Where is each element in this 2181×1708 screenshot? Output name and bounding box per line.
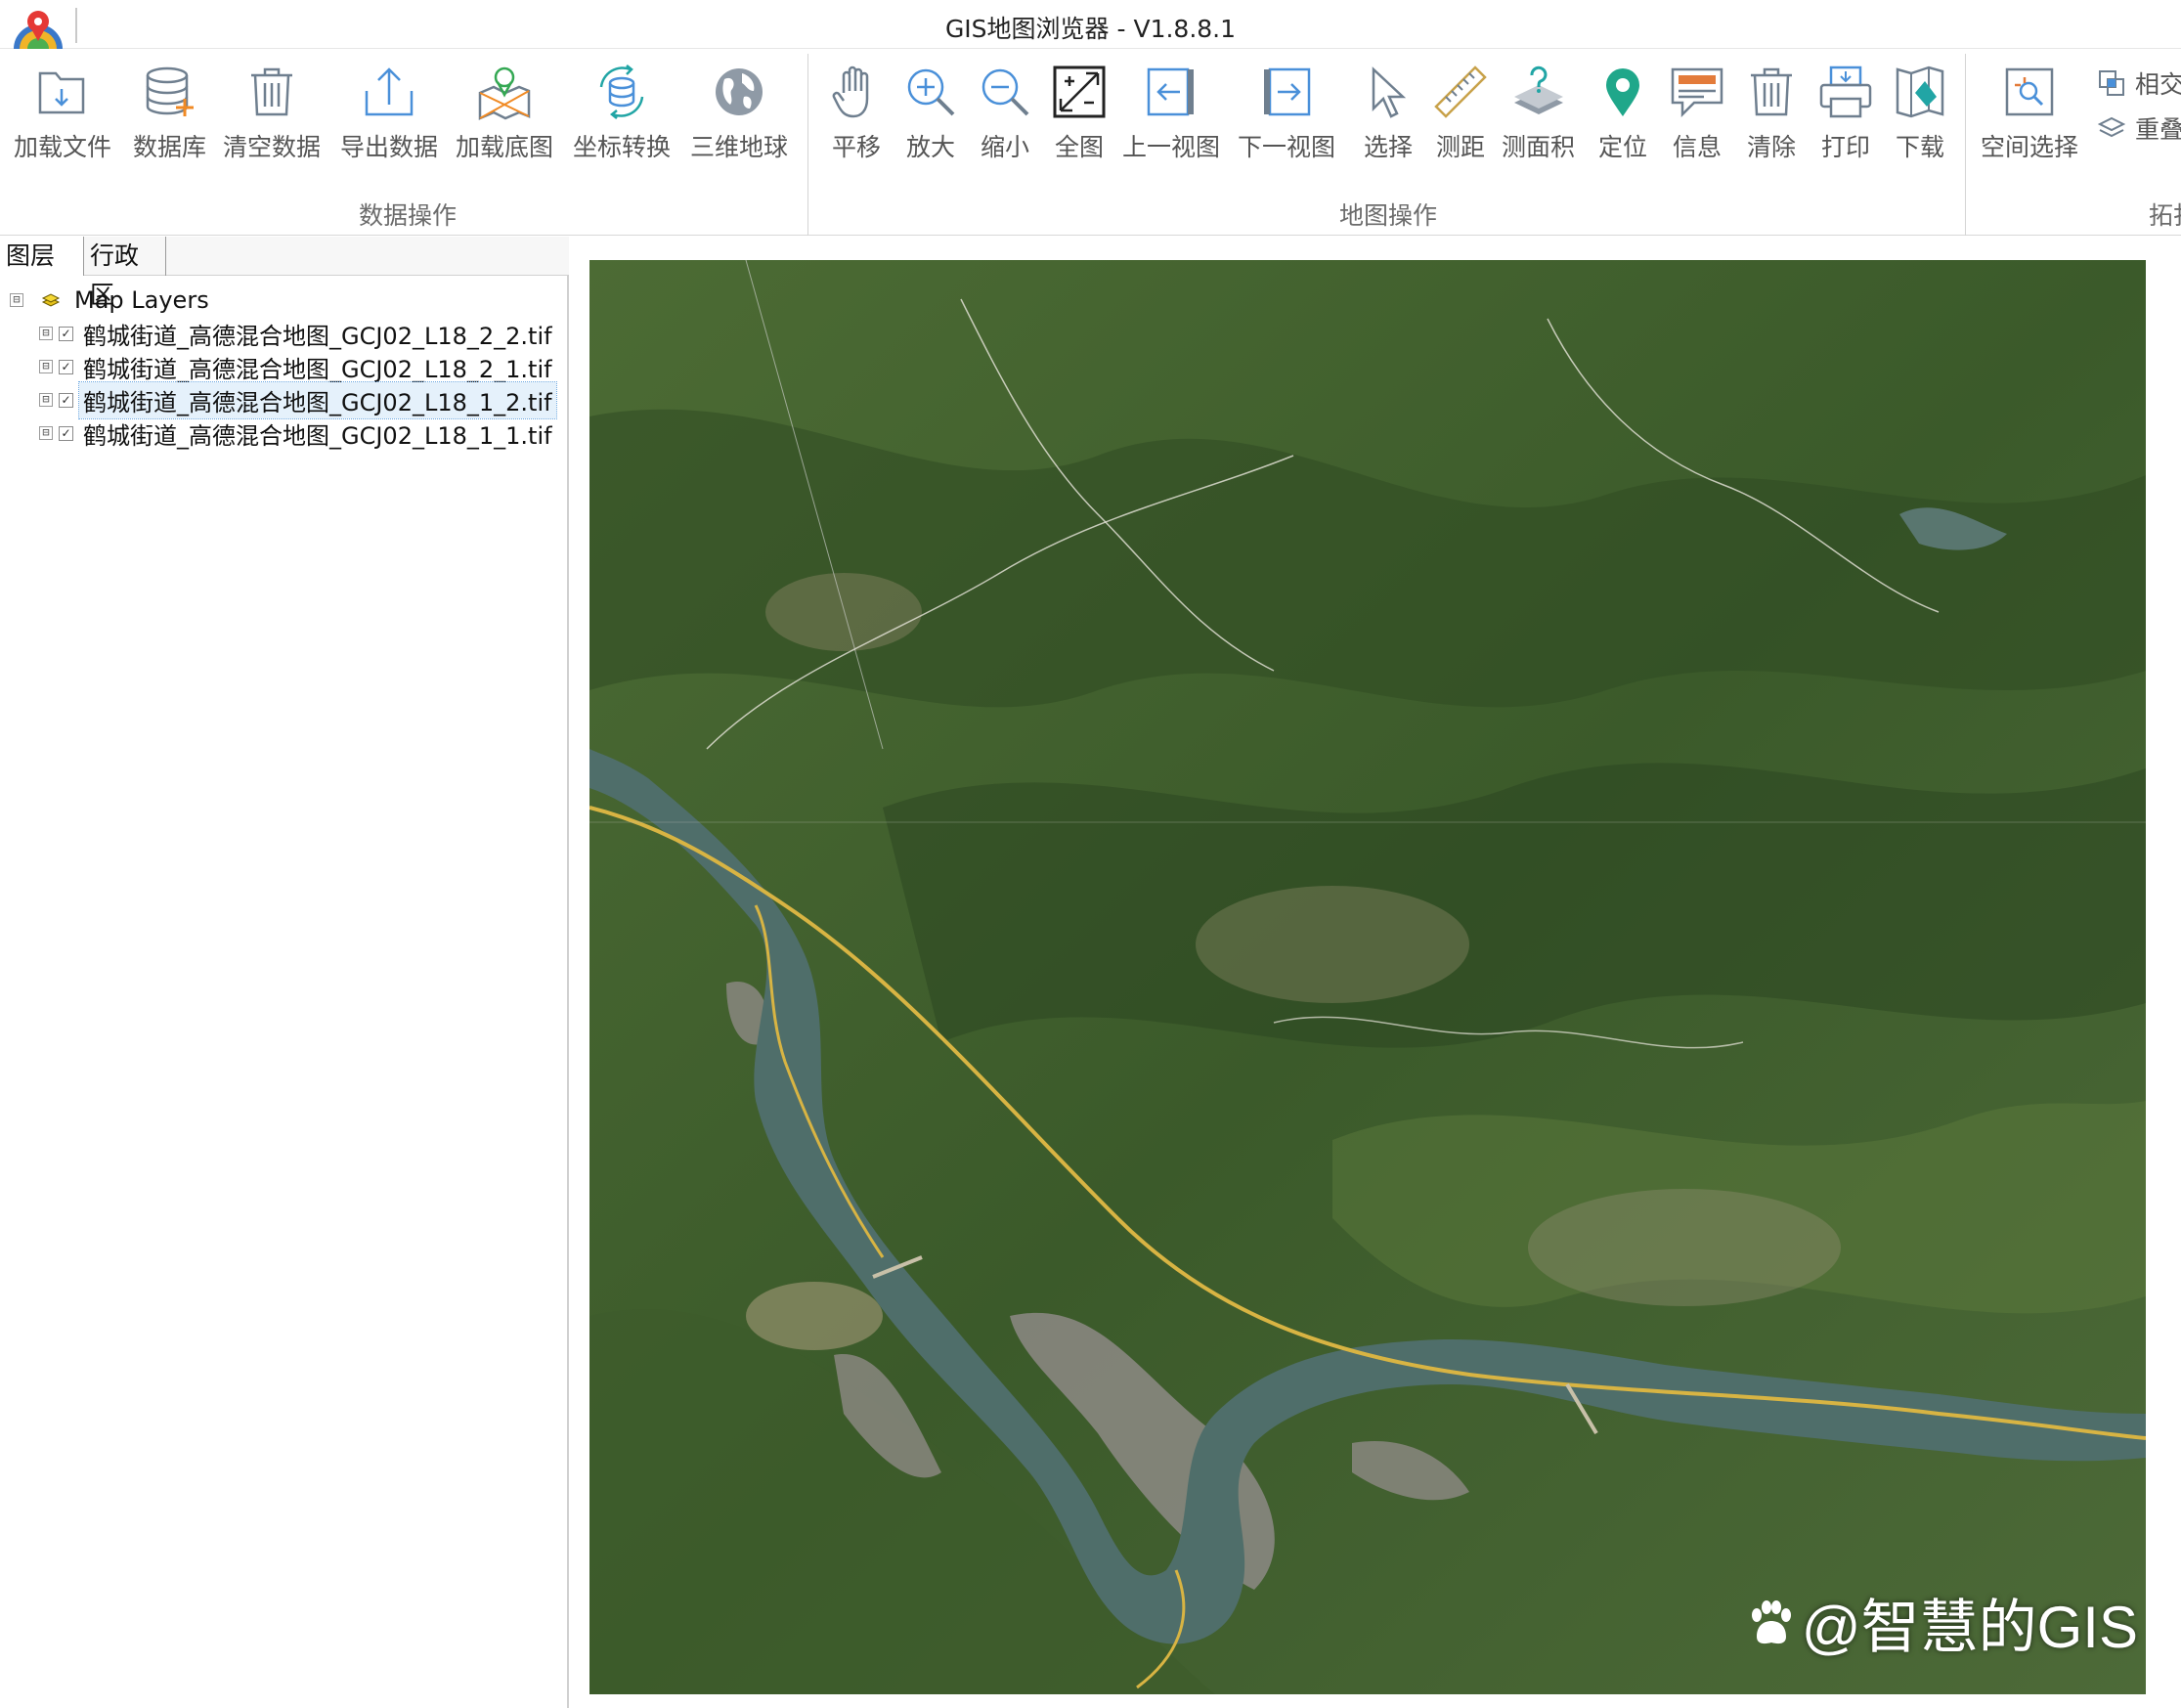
- clear-trash-icon: [1751, 67, 1792, 116]
- intersect-button[interactable]: 相交: [2098, 66, 2181, 101]
- overlay-button[interactable]: 重叠: [2098, 110, 2181, 146]
- layers-icon: [41, 293, 61, 307]
- area-measure-icon: [1513, 66, 1563, 114]
- next-view-icon: [1264, 67, 1311, 116]
- watermark: @智慧的GIS: [1745, 1580, 2138, 1665]
- layer-name: 鹤城街道_高德混合地图_GCJ02_L18_2_2.tif: [83, 322, 552, 350]
- tab-admin-region[interactable]: 行政区: [84, 237, 166, 309]
- download-map-icon: [1896, 66, 1944, 118]
- zoom-out-button[interactable]: 缩小: [976, 62, 1034, 177]
- group-label-data-ops: 数据操作: [358, 201, 457, 230]
- prev-view-button[interactable]: 上一视图: [1122, 62, 1220, 177]
- overlay-icon: [2098, 116, 2125, 138]
- title-bar: GIS地图浏览器 - V1.8.8.1: [0, 0, 2181, 49]
- group-label-topology: 拓扑: [2149, 201, 2181, 230]
- layer-visibility-checkbox[interactable]: ✓: [59, 359, 73, 374]
- coord-transform-icon: [599, 65, 644, 119]
- group-separator: [807, 54, 808, 236]
- globe-3d-button[interactable]: 三维地球: [690, 62, 788, 177]
- message-icon: [1671, 67, 1723, 118]
- info-button[interactable]: 信息: [1668, 62, 1726, 177]
- collapse-toggle[interactable]: ⊟: [39, 327, 53, 340]
- pan-button[interactable]: 平移: [827, 62, 886, 177]
- collapse-toggle[interactable]: ⊟: [39, 393, 53, 407]
- zoom-in-button[interactable]: 放大: [901, 62, 960, 177]
- print-button[interactable]: 打印: [1816, 62, 1875, 177]
- trash-icon: [251, 67, 292, 116]
- full-extent-button[interactable]: 全图: [1050, 62, 1109, 177]
- satellite-imagery: [589, 260, 2146, 1694]
- map-pin-layer-icon: [478, 66, 531, 120]
- clear-button[interactable]: 清除: [1742, 62, 1801, 177]
- spatial-select-button[interactable]: 空间选择: [1981, 62, 2078, 177]
- location-pin-icon: [1606, 68, 1639, 116]
- intersect-icon: [2099, 70, 2124, 96]
- zoom-in-icon: [907, 68, 955, 116]
- layer-name: 鹤城街道_高德混合地图_GCJ02_L18_1_2.tif: [78, 380, 557, 419]
- locate-button[interactable]: 定位: [1593, 62, 1652, 177]
- window-title: GIS地图浏览器 - V1.8.8.1: [944, 15, 1237, 43]
- database-button[interactable]: 数据库: [133, 62, 206, 177]
- layer-visibility-checkbox[interactable]: ✓: [59, 425, 73, 441]
- hand-pan-icon: [832, 66, 869, 118]
- export-data-button[interactable]: 导出数据: [340, 62, 438, 177]
- tab-layers[interactable]: 图层: [0, 237, 84, 276]
- globe-icon: [716, 68, 763, 115]
- layer-item-selected[interactable]: ⊟ ✓ 鹤城街道_高德混合地图_GCJ02_L18_1_2.tif: [39, 380, 557, 419]
- collapse-toggle[interactable]: ⊟: [39, 426, 53, 440]
- paw-icon: [1751, 1599, 1791, 1643]
- layer-name: 鹤城街道_高德混合地图_GCJ02_L18_1_1.tif: [83, 421, 552, 450]
- download-button[interactable]: 下载: [1891, 62, 1949, 177]
- layer-name: 鹤城街道_高德混合地图_GCJ02_L18_2_1.tif: [83, 355, 552, 383]
- panel-tabs: 图层 行政区: [0, 237, 569, 309]
- ruler-icon: [1434, 66, 1487, 118]
- load-basemap-button[interactable]: 加载底图: [456, 62, 553, 177]
- measure-distance-button[interactable]: 测距: [1431, 62, 1490, 177]
- layer-visibility-checkbox[interactable]: ✓: [59, 392, 73, 408]
- full-extent-icon: [1053, 66, 1106, 118]
- map-canvas[interactable]: @智慧的GIS: [589, 260, 2146, 1694]
- measure-area-button[interactable]: 测面积: [1502, 62, 1575, 177]
- zoom-out-icon: [981, 68, 1029, 116]
- load-file-button[interactable]: 加载文件: [14, 62, 111, 177]
- group-separator: [1965, 54, 1966, 236]
- layer-item[interactable]: ⊟ ✓ 鹤城街道_高德混合地图_GCJ02_L18_2_2.tif: [39, 317, 556, 350]
- collapse-toggle[interactable]: ⊟: [39, 360, 53, 373]
- printer-icon: [1819, 66, 1872, 118]
- tree-root-label: Map Layers: [74, 286, 209, 314]
- coord-transform-button[interactable]: 坐标转换: [573, 62, 671, 177]
- layer-item[interactable]: ⊟ ✓ 鹤城街道_高德混合地图_GCJ02_L18_1_1.tif: [39, 416, 556, 450]
- map-view: @智慧的GIS: [571, 237, 2181, 1708]
- spatial-select-icon: [2005, 67, 2054, 116]
- folder-load-icon: [38, 71, 85, 114]
- clear-data-button[interactable]: 清空数据: [223, 62, 321, 177]
- export-icon: [365, 67, 414, 116]
- tree-root-map-layers[interactable]: ⊟ Map Layers: [10, 284, 209, 317]
- layer-visibility-checkbox[interactable]: ✓: [59, 326, 73, 341]
- select-button[interactable]: 选择: [1359, 62, 1418, 177]
- group-label-map-ops: 地图操作: [1338, 201, 1437, 230]
- layer-item[interactable]: ⊟ ✓ 鹤城街道_高德混合地图_GCJ02_L18_2_1.tif: [39, 350, 556, 383]
- database-icon: [146, 66, 194, 116]
- collapse-toggle[interactable]: ⊟: [10, 293, 23, 307]
- cursor-select-icon: [1372, 66, 1407, 118]
- ribbon-toolbar: 加载文件 数据库 清空数据 导出数据 加载底图 坐标转换 三维地球 数据操作 平…: [0, 50, 2181, 236]
- next-view-button[interactable]: 下一视图: [1238, 62, 1335, 177]
- layer-panel: 图层 行政区 ⊟ Map Layers ⊟ ✓ 鹤城街道_高德混合地图_GCJ0…: [0, 237, 569, 1708]
- prev-view-icon: [1147, 67, 1194, 116]
